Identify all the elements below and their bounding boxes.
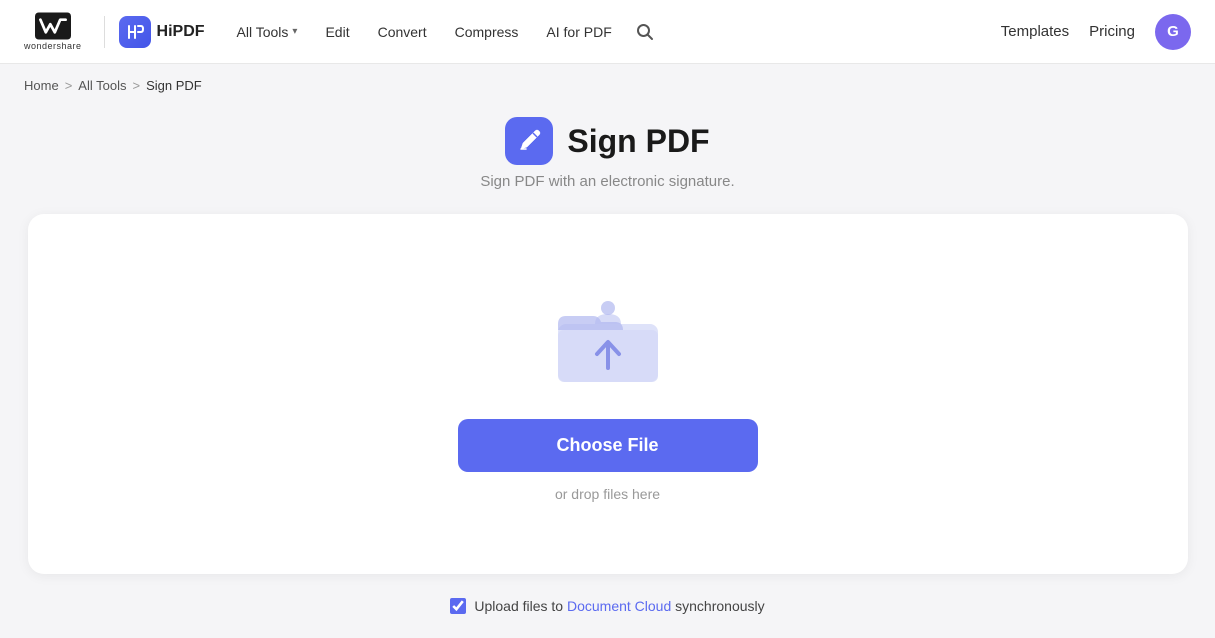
nav-compress[interactable]: Compress <box>443 18 531 46</box>
hipdf-brand[interactable]: HiPDF <box>119 16 205 48</box>
upload-card: Choose File or drop files here <box>28 214 1188 574</box>
hipdf-icon <box>119 16 151 48</box>
upload-cloud-checkbox[interactable] <box>450 598 466 614</box>
nav-right: Templates Pricing G <box>1001 14 1191 50</box>
breadcrumb-all-tools[interactable]: All Tools <box>78 78 126 93</box>
upload-icon-area <box>553 296 663 391</box>
wondershare-logo-area: wondershare <box>24 12 82 51</box>
hipdf-label: HiPDF <box>157 23 205 41</box>
header-divider <box>104 16 105 48</box>
nav-ai-for-pdf[interactable]: AI for PDF <box>534 18 623 46</box>
breadcrumb-sep-2: > <box>132 78 140 93</box>
drop-text: or drop files here <box>555 486 660 502</box>
page-title-row: Sign PDF <box>505 117 709 165</box>
choose-file-button[interactable]: Choose File <box>458 419 758 472</box>
nav-pricing[interactable]: Pricing <box>1089 23 1135 40</box>
wondershare-logo[interactable]: wondershare <box>24 12 82 51</box>
breadcrumb-home[interactable]: Home <box>24 78 59 93</box>
hipdf-logo-icon <box>125 22 145 42</box>
main-content: Sign PDF Sign PDF with an electronic sig… <box>0 107 1215 638</box>
nav-templates[interactable]: Templates <box>1001 23 1069 40</box>
chevron-down-icon: ▾ <box>292 26 297 37</box>
page-subtitle: Sign PDF with an electronic signature. <box>480 173 734 190</box>
breadcrumb-sep-1: > <box>65 78 73 93</box>
sign-pdf-icon <box>505 117 553 165</box>
checkbox-label[interactable]: Upload files to Document Cloud synchrono… <box>474 598 764 614</box>
header: wondershare HiPDF All Tools ▾ Edit Conve… <box>0 0 1215 64</box>
checkbox-prefix: Upload files to <box>474 598 563 614</box>
user-avatar[interactable]: G <box>1155 14 1191 50</box>
breadcrumb: Home > All Tools > Sign PDF <box>0 64 1215 107</box>
wondershare-text: wondershare <box>24 41 82 51</box>
search-icon <box>636 23 654 41</box>
nav-all-tools[interactable]: All Tools ▾ <box>225 18 310 46</box>
breadcrumb-current: Sign PDF <box>146 78 202 93</box>
page-title: Sign PDF <box>567 123 709 160</box>
folder-upload-icon <box>553 296 663 386</box>
document-cloud-link[interactable]: Document Cloud <box>567 598 671 614</box>
search-button[interactable] <box>628 15 662 49</box>
checkbox-row: Upload files to Document Cloud synchrono… <box>450 598 764 614</box>
nav-edit[interactable]: Edit <box>313 18 361 46</box>
page-title-area: Sign PDF Sign PDF with an electronic sig… <box>480 117 734 190</box>
wondershare-icon <box>35 12 71 40</box>
main-nav: All Tools ▾ Edit Convert Compress AI for… <box>225 15 1001 49</box>
pen-icon <box>515 127 543 155</box>
nav-convert[interactable]: Convert <box>366 18 439 46</box>
